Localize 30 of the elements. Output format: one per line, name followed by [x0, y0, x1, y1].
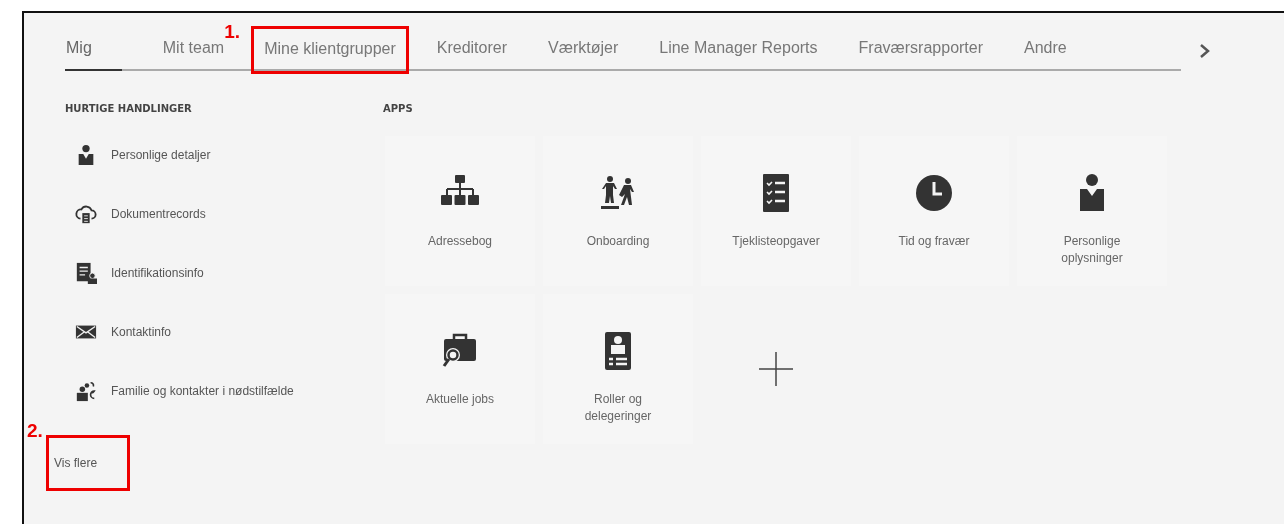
quick-action-link[interactable]: Personlige detaljer: [111, 147, 211, 162]
clock-icon: [914, 173, 954, 213]
tab[interactable]: Kreditorer: [435, 27, 507, 71]
people-icon: [75, 379, 97, 402]
app-label: Personlige oplysninger: [1060, 233, 1124, 267]
plus-icon[interactable]: [759, 352, 793, 386]
quick-action-link[interactable]: Kontaktinfo: [111, 324, 172, 339]
section-heading: APPS: [383, 103, 414, 116]
tab[interactable]: Mit team: [161, 27, 225, 71]
tab[interactable]: Line Manager Reports: [658, 27, 818, 71]
tab[interactable]: Andre: [1023, 27, 1067, 71]
app-label: Onboarding: [585, 233, 651, 250]
chevron-right-icon[interactable]: [1199, 43, 1211, 59]
app-label: Tjeklisteopgaver: [731, 233, 821, 250]
quick-action-link[interactable]: Dokumentrecords: [111, 206, 206, 221]
app-label: Aktuelle jobs: [424, 391, 495, 408]
tab[interactable]: Mine klientgrupper: [254, 29, 406, 71]
tab[interactable]: Fraværsrapporter: [857, 27, 984, 71]
app-label: Tid og fravær: [897, 233, 971, 250]
tab[interactable]: Mig: [65, 27, 122, 71]
tab[interactable]: Værktøjer: [547, 27, 619, 71]
app-label: Adressebog: [426, 233, 493, 250]
section-heading: HURTIGE HANDLINGER: [65, 103, 193, 116]
callout-number: 1.: [224, 21, 240, 43]
document-person-icon: [75, 261, 97, 284]
callout-number: 2.: [27, 420, 43, 442]
quick-action-link[interactable]: Identifikationsinfo: [111, 265, 204, 280]
quick-action-link[interactable]: Familie og kontakter i nødstilfælde: [111, 383, 294, 398]
show-more-link[interactable]: Vis flere: [49, 438, 128, 488]
app-label: Roller og delegeringer: [583, 391, 653, 425]
